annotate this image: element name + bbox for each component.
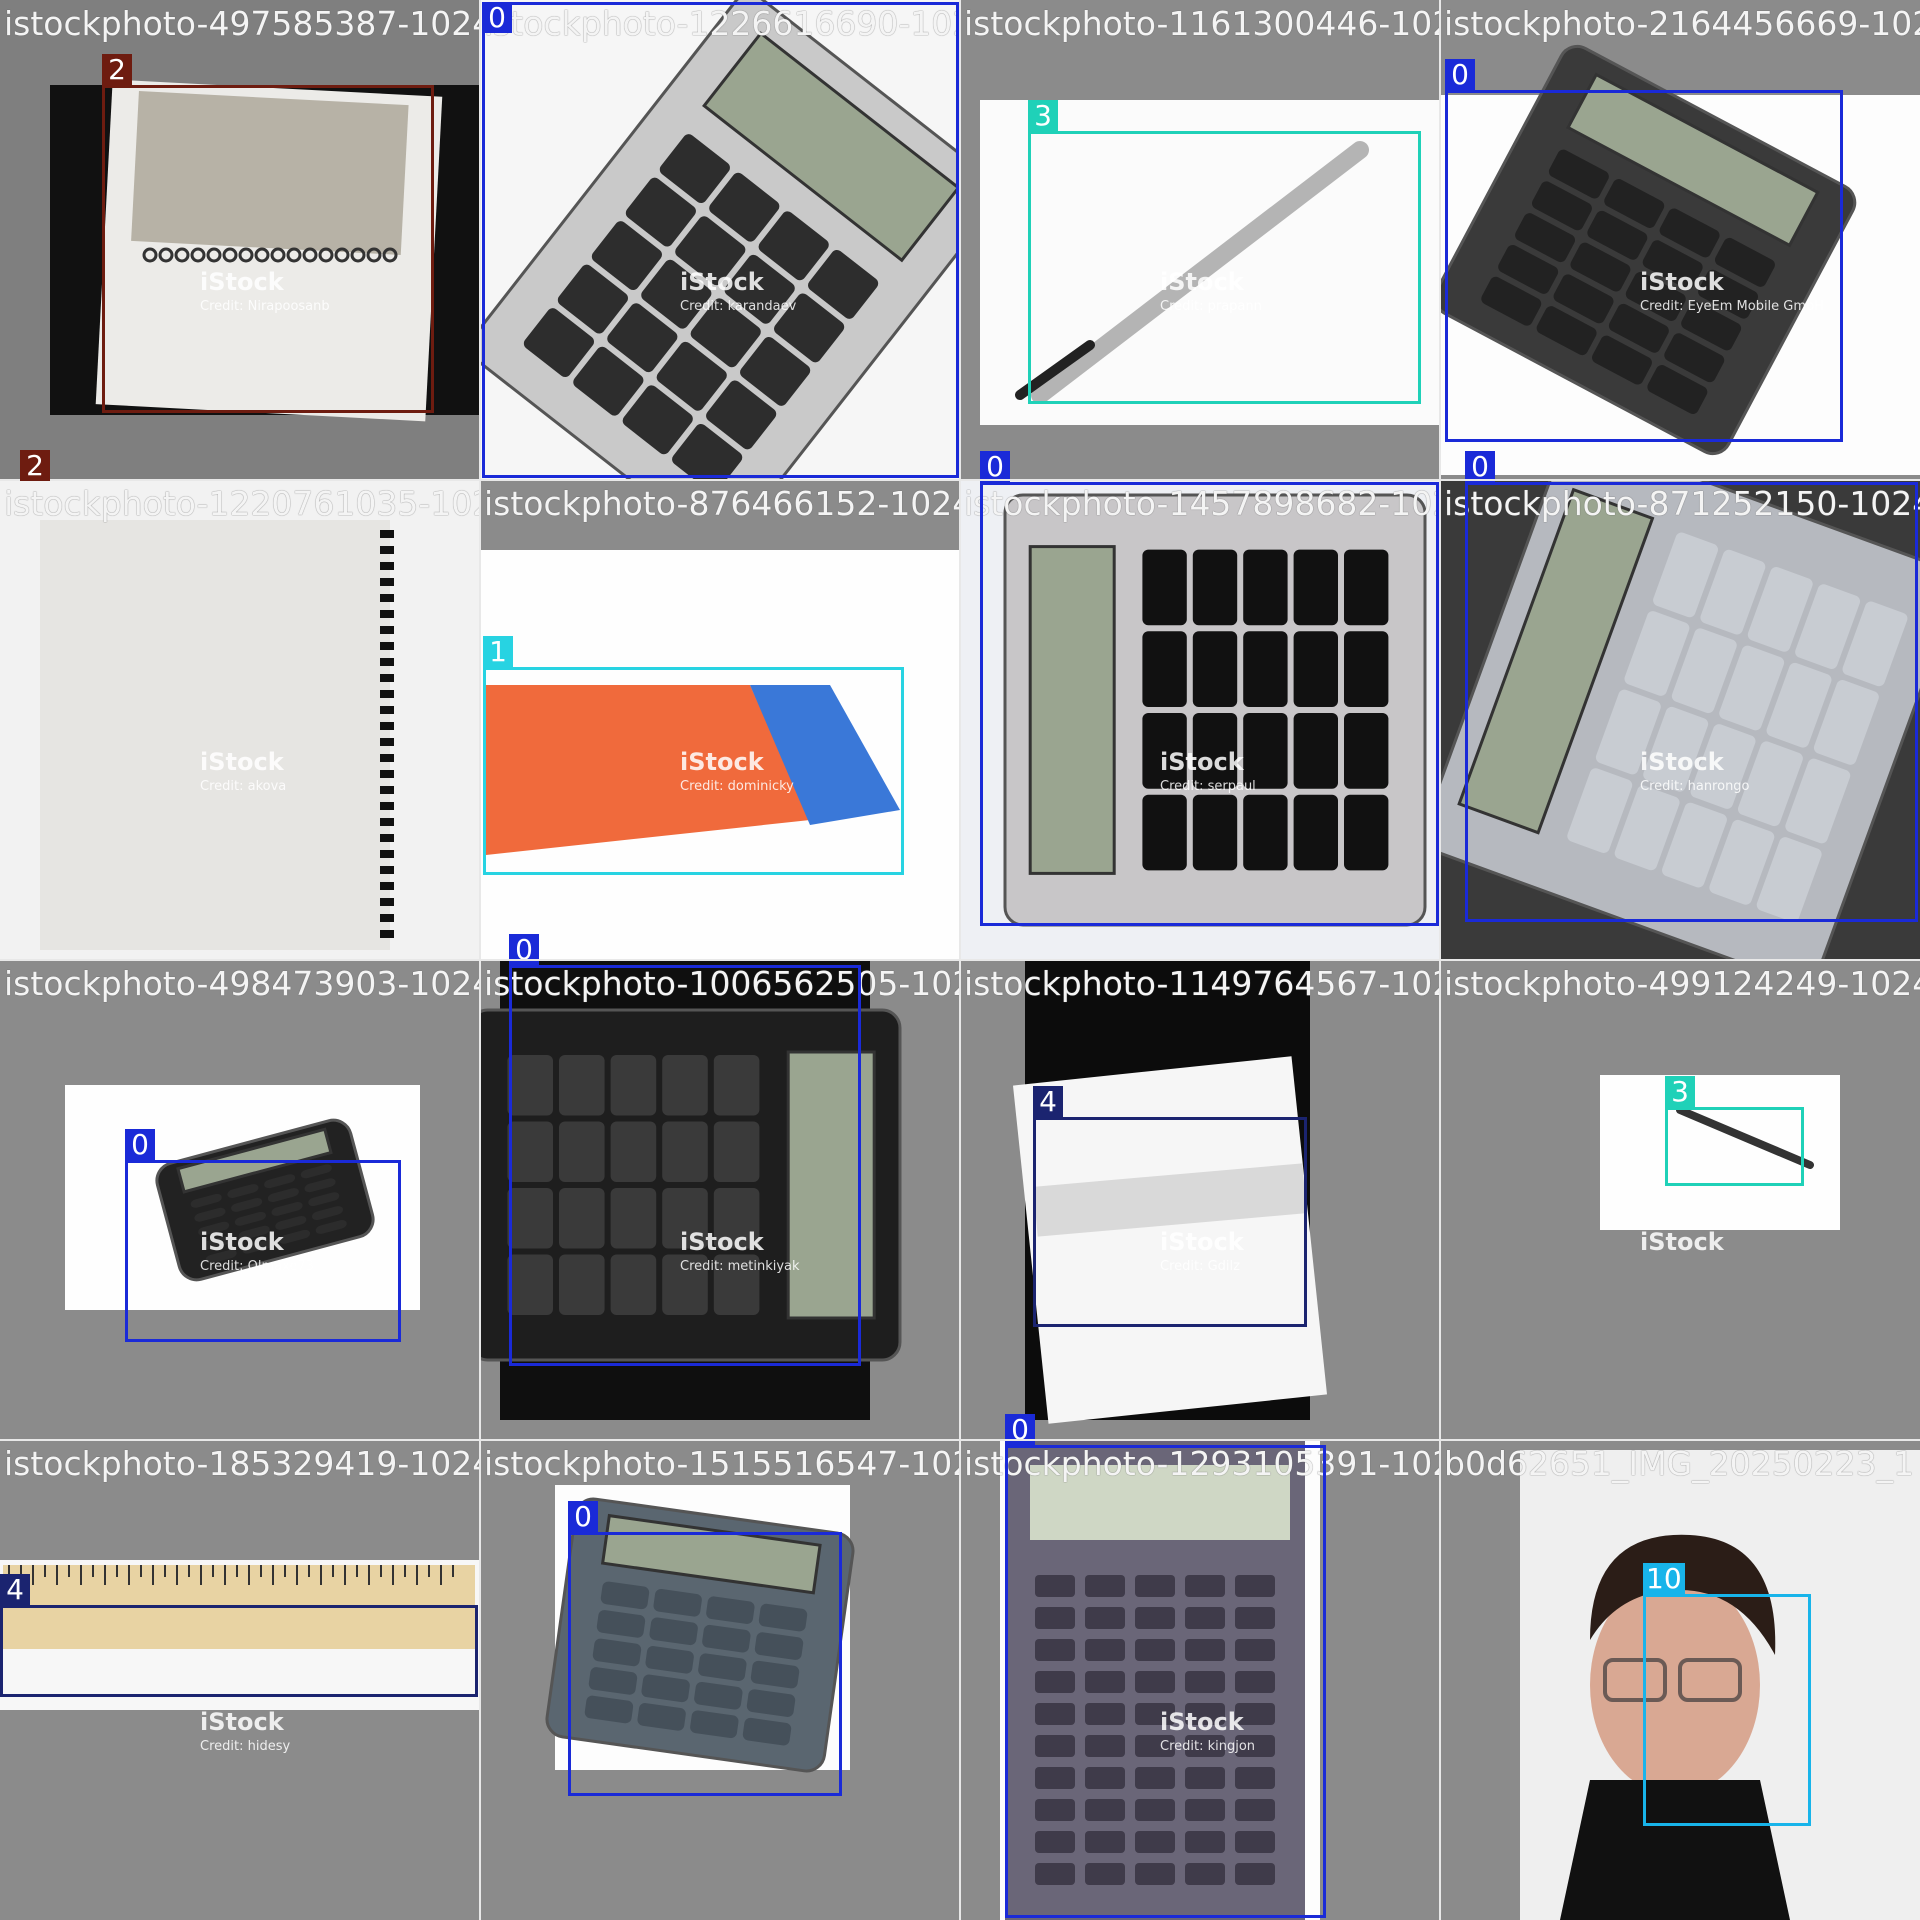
svg-text:Credit: akova: Credit: akova xyxy=(200,779,286,794)
tile-photo: iStock xyxy=(1440,960,1920,1440)
detection-box: 0 xyxy=(509,934,861,1366)
detection-label: 3 xyxy=(1028,100,1058,131)
detection-box: 4 xyxy=(1033,1086,1307,1327)
detection-box: 0 xyxy=(125,1129,401,1342)
mosaic-tile: iStockistockphoto-499124249-1024x1024_jp… xyxy=(1440,960,1920,1440)
tile-photo: iStock Credit: akova xyxy=(0,480,480,960)
detection-box: 3 xyxy=(1028,100,1421,404)
mosaic-tile: iStock Credit: akova istockphoto-122076103… xyxy=(0,480,480,960)
detection-box: 10 xyxy=(1643,1563,1811,1826)
svg-text:iStock: iStock xyxy=(1640,1228,1725,1256)
detection-label: 4 xyxy=(0,1574,30,1605)
detection-label: 0 xyxy=(1445,59,1475,90)
tile-divider xyxy=(0,1439,1920,1441)
istock-watermark: iStock xyxy=(1640,1228,1725,1256)
detection-box: 4 xyxy=(0,1574,478,1697)
detection-box: 2 xyxy=(102,54,434,413)
tile-divider xyxy=(0,959,1920,961)
detection-label: 4 xyxy=(1033,1086,1063,1117)
detection-label: 2 xyxy=(20,450,50,481)
tile-divider xyxy=(1439,0,1441,1920)
detection-box: 3 xyxy=(1665,1076,1804,1186)
detection-label: 0 xyxy=(125,1129,155,1160)
detection-box: 0 xyxy=(1465,451,1918,922)
detection-box: 1 xyxy=(483,636,904,875)
detection-label: 3 xyxy=(1665,1076,1695,1107)
istock-watermark: iStock Credit: hidesy xyxy=(200,1708,290,1754)
detection-box: 0 xyxy=(1445,59,1843,442)
istock-watermark: iStock Credit: akova xyxy=(200,748,286,794)
detection-box: 0 xyxy=(482,2,959,478)
detection-box: 0 xyxy=(568,1501,842,1796)
detection-label: 0 xyxy=(482,2,512,33)
detection-label: 0 xyxy=(980,451,1010,482)
detection-label: 10 xyxy=(1643,1563,1685,1594)
detection-label: 0 xyxy=(568,1501,598,1532)
detection-box: 0 xyxy=(980,451,1439,926)
mosaic-grid: iStock Credit: Nirapoosanb istockphoto-497… xyxy=(0,0,1920,1920)
detection-label: 2 xyxy=(102,54,132,85)
svg-text:iStock: iStock xyxy=(200,748,285,776)
svg-text:Credit: hidesy: Credit: hidesy xyxy=(200,1739,290,1754)
svg-text:iStock: iStock xyxy=(200,1708,285,1736)
detection-label: 0 xyxy=(1465,451,1495,482)
detection-box: 0 xyxy=(1005,1414,1326,1918)
detection-label: 1 xyxy=(483,636,513,667)
